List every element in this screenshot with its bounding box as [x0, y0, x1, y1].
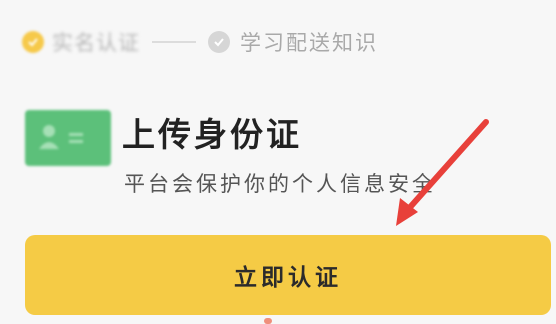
step1-check-icon: [22, 31, 44, 53]
verify-now-button[interactable]: 立即认证: [25, 235, 551, 315]
privacy-notice: 平台会保护你的个人信息安全: [124, 172, 436, 196]
step-connector: [152, 41, 196, 43]
step2-label: 学习配送知识: [240, 31, 378, 55]
upload-id-title: 上传身份证: [122, 115, 302, 154]
verification-card: 实名认证 学习配送知识 上传身份证 平台会保护你的个人信息安全 立即认证: [0, 0, 556, 324]
step2-check-icon: [208, 31, 230, 53]
id-card-icon: [25, 110, 111, 166]
scroll-indicator: [264, 318, 272, 324]
step-progress: 实名认证 学习配送知识: [22, 22, 378, 62]
step1-label: 实名认证: [52, 31, 140, 55]
